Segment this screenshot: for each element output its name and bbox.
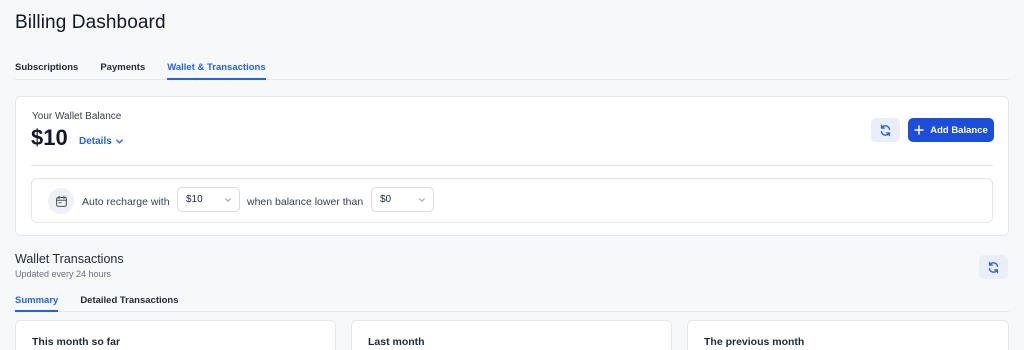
calendar-icon	[55, 195, 67, 207]
stat-card-title: The previous month	[704, 336, 805, 348]
tab-payments[interactable]: Payments	[100, 62, 145, 79]
auto-recharge-row: Auto recharge with $10 when balance lowe…	[31, 178, 993, 223]
divider	[31, 165, 993, 166]
threshold-value: $0	[380, 194, 392, 205]
tab-wallet-transactions[interactable]: Wallet & Transactions	[167, 62, 266, 80]
transactions-title: Wallet Transactions	[15, 252, 124, 266]
recharge-amount-select[interactable]: $10	[177, 187, 240, 212]
details-label: Details	[79, 136, 112, 147]
chevron-down-icon	[115, 139, 123, 144]
chevron-down-icon	[225, 197, 231, 202]
tab-detailed-transactions[interactable]: Detailed Transactions	[80, 295, 178, 311]
wallet-card: Your Wallet Balance $10 Details Add Bala…	[15, 96, 1009, 236]
add-balance-label: Add Balance	[930, 124, 988, 136]
top-tabs: Subscriptions Payments Wallet & Transact…	[15, 62, 1009, 80]
page-title: Billing Dashboard	[15, 12, 166, 33]
tab-summary[interactable]: Summary	[15, 295, 59, 312]
stat-card-last-month: Last month	[351, 320, 672, 350]
details-link[interactable]: Details	[79, 136, 124, 147]
transactions-subtitle: Updated every 24 hours	[15, 269, 112, 279]
balance-value: $10	[31, 125, 68, 150]
stat-card-title: This month so far	[32, 336, 121, 348]
chevron-down-icon	[419, 197, 425, 202]
wallet-refresh-button[interactable]	[871, 118, 900, 142]
plus-icon	[914, 125, 924, 135]
recharge-amount-value: $10	[186, 194, 203, 205]
stat-card-title: Last month	[368, 336, 425, 348]
stat-card-this-month: This month so far	[15, 320, 336, 350]
add-balance-button[interactable]: Add Balance	[908, 118, 994, 142]
tab-subscriptions[interactable]: Subscriptions	[15, 62, 78, 79]
calendar-icon-wrap	[48, 188, 74, 214]
refresh-icon	[988, 261, 999, 273]
stat-card-previous-month: The previous month	[687, 320, 1009, 350]
recharge-prefix: Auto recharge with	[82, 196, 170, 208]
transactions-tabs: Summary Detailed Transactions	[15, 295, 1009, 312]
refresh-icon	[880, 124, 891, 136]
threshold-select[interactable]: $0	[371, 187, 434, 212]
balance-label: Your Wallet Balance	[32, 111, 122, 122]
recharge-middle-text: when balance lower than	[247, 196, 364, 208]
transactions-refresh-button[interactable]	[979, 255, 1008, 279]
